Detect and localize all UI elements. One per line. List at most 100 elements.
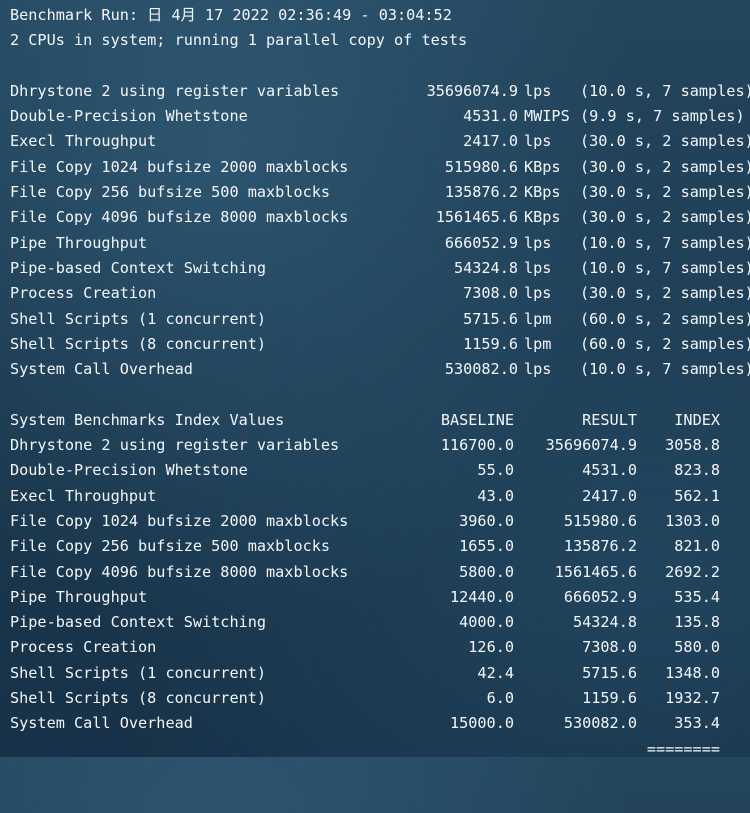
result-unit: KBps <box>524 208 561 227</box>
index-row-baseline: 126.0 <box>468 638 514 657</box>
index-row-name: File Copy 256 bufsize 500 maxblocks <box>10 537 331 556</box>
index-row-index: 580.0 <box>674 638 720 657</box>
terminal-output: Benchmark Run: 日 4月 17 2022 02:36:49 - 0… <box>0 0 750 758</box>
result-row: Process Creation 7308.0 lps (30.0 s, 2 samp… <box>10 281 750 306</box>
cpu-info-text: 2 CPUs in system; running 1 parallel cop… <box>10 31 468 50</box>
index-row-baseline: 15000.0 <box>449 714 514 733</box>
result-unit: lpm <box>524 309 552 328</box>
result-row: Shell Scripts (1 concurrent) 5715.6 lpm (60… <box>10 307 750 332</box>
index-row-name: Double-Precision Whetstone <box>10 461 248 480</box>
result-value: 666052.9 <box>444 233 518 252</box>
result-column-header: RESULT <box>582 410 637 429</box>
result-info: (10.0 s, 7 samples) <box>580 81 750 100</box>
index-row-baseline: 42.4 <box>477 663 514 682</box>
index-row-index: 1932.7 <box>665 689 720 708</box>
index-row-baseline: 5800.0 <box>459 562 514 581</box>
index-table-body: Dhrystone 2 using register variables 1167… <box>10 433 750 737</box>
result-row: File Copy 4096 bufsize 8000 maxblocks 156… <box>10 205 750 230</box>
index-row-name: System Call Overhead <box>10 714 193 733</box>
index-row-index: 535.4 <box>674 587 720 606</box>
result-info: (30.0 s, 2 samples) <box>580 208 750 227</box>
result-row: Execl Throughput 2417.0 lps (30.0 s, 2 samp… <box>10 129 750 154</box>
index-row: Pipe Throughput 12440.0 666052.9 535.4 <box>10 585 750 610</box>
result-info: (10.0 s, 7 samples) <box>580 233 750 252</box>
result-value: 5715.6 <box>463 309 518 328</box>
index-row-baseline: 55.0 <box>477 461 514 480</box>
result-name: Shell Scripts (1 concurrent) <box>10 309 267 328</box>
index-row-index: 353.4 <box>674 714 720 733</box>
result-unit: lps <box>524 284 552 303</box>
result-value: 1561465.6 <box>435 208 518 227</box>
result-info: (60.0 s, 2 samples) <box>580 309 750 328</box>
result-value: 2417.0 <box>463 132 518 151</box>
index-row-name: Pipe-based Context Switching <box>10 613 267 632</box>
index-row: File Copy 1024 bufsize 2000 maxblocks 396… <box>10 509 750 534</box>
index-row-baseline: 43.0 <box>477 486 514 505</box>
index-row: Process Creation 126.0 7308.0 580.0 <box>10 635 750 660</box>
index-row-result: 1561465.6 <box>554 562 637 581</box>
index-row-baseline: 1655.0 <box>459 537 514 556</box>
index-row-index: 1348.0 <box>665 663 720 682</box>
benchmark-run-line: Benchmark Run: 日 4月 17 2022 02:36:49 - 0… <box>10 3 750 28</box>
result-info: (30.0 s, 2 samples) <box>580 157 750 176</box>
index-row-result: 54324.8 <box>572 613 637 632</box>
result-name: Pipe Throughput <box>10 233 148 252</box>
index-row-index: 821.0 <box>674 537 720 556</box>
result-unit: lps <box>524 258 552 277</box>
index-row-result: 35696074.9 <box>545 436 637 455</box>
result-name: Execl Throughput <box>10 132 157 151</box>
index-table-title: System Benchmarks Index Values <box>10 410 285 429</box>
result-value: 35696074.9 <box>426 81 518 100</box>
result-value: 515980.6 <box>444 157 518 176</box>
index-row-name: File Copy 1024 bufsize 2000 maxblocks <box>10 511 349 530</box>
index-row-index: 823.8 <box>674 461 720 480</box>
result-info: (10.0 s, 7 samples) <box>580 258 750 277</box>
index-row: Shell Scripts (8 concurrent) 6.0 1159.6 193… <box>10 686 750 711</box>
index-row-result: 7308.0 <box>582 638 637 657</box>
result-row: Double-Precision Whetstone 4531.0 MWIPS (9.… <box>10 104 750 129</box>
index-separator-line: ======== <box>10 737 750 762</box>
result-name: Shell Scripts (8 concurrent) <box>10 334 267 353</box>
index-row-baseline: 116700.0 <box>440 436 514 455</box>
index-row-name: Shell Scripts (8 concurrent) <box>10 689 267 708</box>
index-row-result: 4531.0 <box>582 461 637 480</box>
index-row-name: File Copy 4096 bufsize 8000 maxblocks <box>10 562 349 581</box>
result-value: 7308.0 <box>463 284 518 303</box>
index-table-header: System Benchmarks Index Values BASELINE … <box>10 408 750 433</box>
index-row-result: 530082.0 <box>563 714 637 733</box>
result-info: (9.9 s, 7 samples) <box>580 107 745 126</box>
result-value: 530082.0 <box>444 360 518 379</box>
result-name: File Copy 1024 bufsize 2000 maxblocks <box>10 157 349 176</box>
result-row: Pipe-based Context Switching 54324.8 lps (1… <box>10 256 750 281</box>
index-row-name: Process Creation <box>10 638 157 657</box>
result-row: Dhrystone 2 using register variables 3569… <box>10 79 750 104</box>
result-info: (30.0 s, 2 samples) <box>580 183 750 202</box>
index-row-baseline: 3960.0 <box>459 511 514 530</box>
index-row-index: 562.1 <box>674 486 720 505</box>
index-row: Dhrystone 2 using register variables 1167… <box>10 433 750 458</box>
result-name: Pipe-based Context Switching <box>10 258 267 277</box>
result-unit: KBps <box>524 157 561 176</box>
result-info: (10.0 s, 7 samples) <box>580 360 750 379</box>
result-name: Process Creation <box>10 284 157 303</box>
cpu-info-line: 2 CPUs in system; running 1 parallel cop… <box>10 28 750 53</box>
index-row-name: Shell Scripts (1 concurrent) <box>10 663 267 682</box>
index-row-result: 2417.0 <box>582 486 637 505</box>
index-row-baseline: 6.0 <box>486 689 514 708</box>
index-row-name: Execl Throughput <box>10 486 157 505</box>
index-row-baseline: 12440.0 <box>449 587 514 606</box>
index-row-index: 2692.2 <box>665 562 720 581</box>
result-unit: KBps <box>524 183 561 202</box>
result-name: Dhrystone 2 using register variables <box>10 81 340 100</box>
result-unit: lpm <box>524 334 552 353</box>
index-row-index: 135.8 <box>674 613 720 632</box>
index-row-index: 3058.8 <box>665 436 720 455</box>
result-row: File Copy 1024 bufsize 2000 maxblocks 515… <box>10 155 750 180</box>
index-column-header: INDEX <box>674 410 720 429</box>
result-value: 54324.8 <box>453 258 518 277</box>
index-row-name: Dhrystone 2 using register variables <box>10 436 340 455</box>
result-unit: lps <box>524 360 552 379</box>
index-row-name: Pipe Throughput <box>10 587 148 606</box>
